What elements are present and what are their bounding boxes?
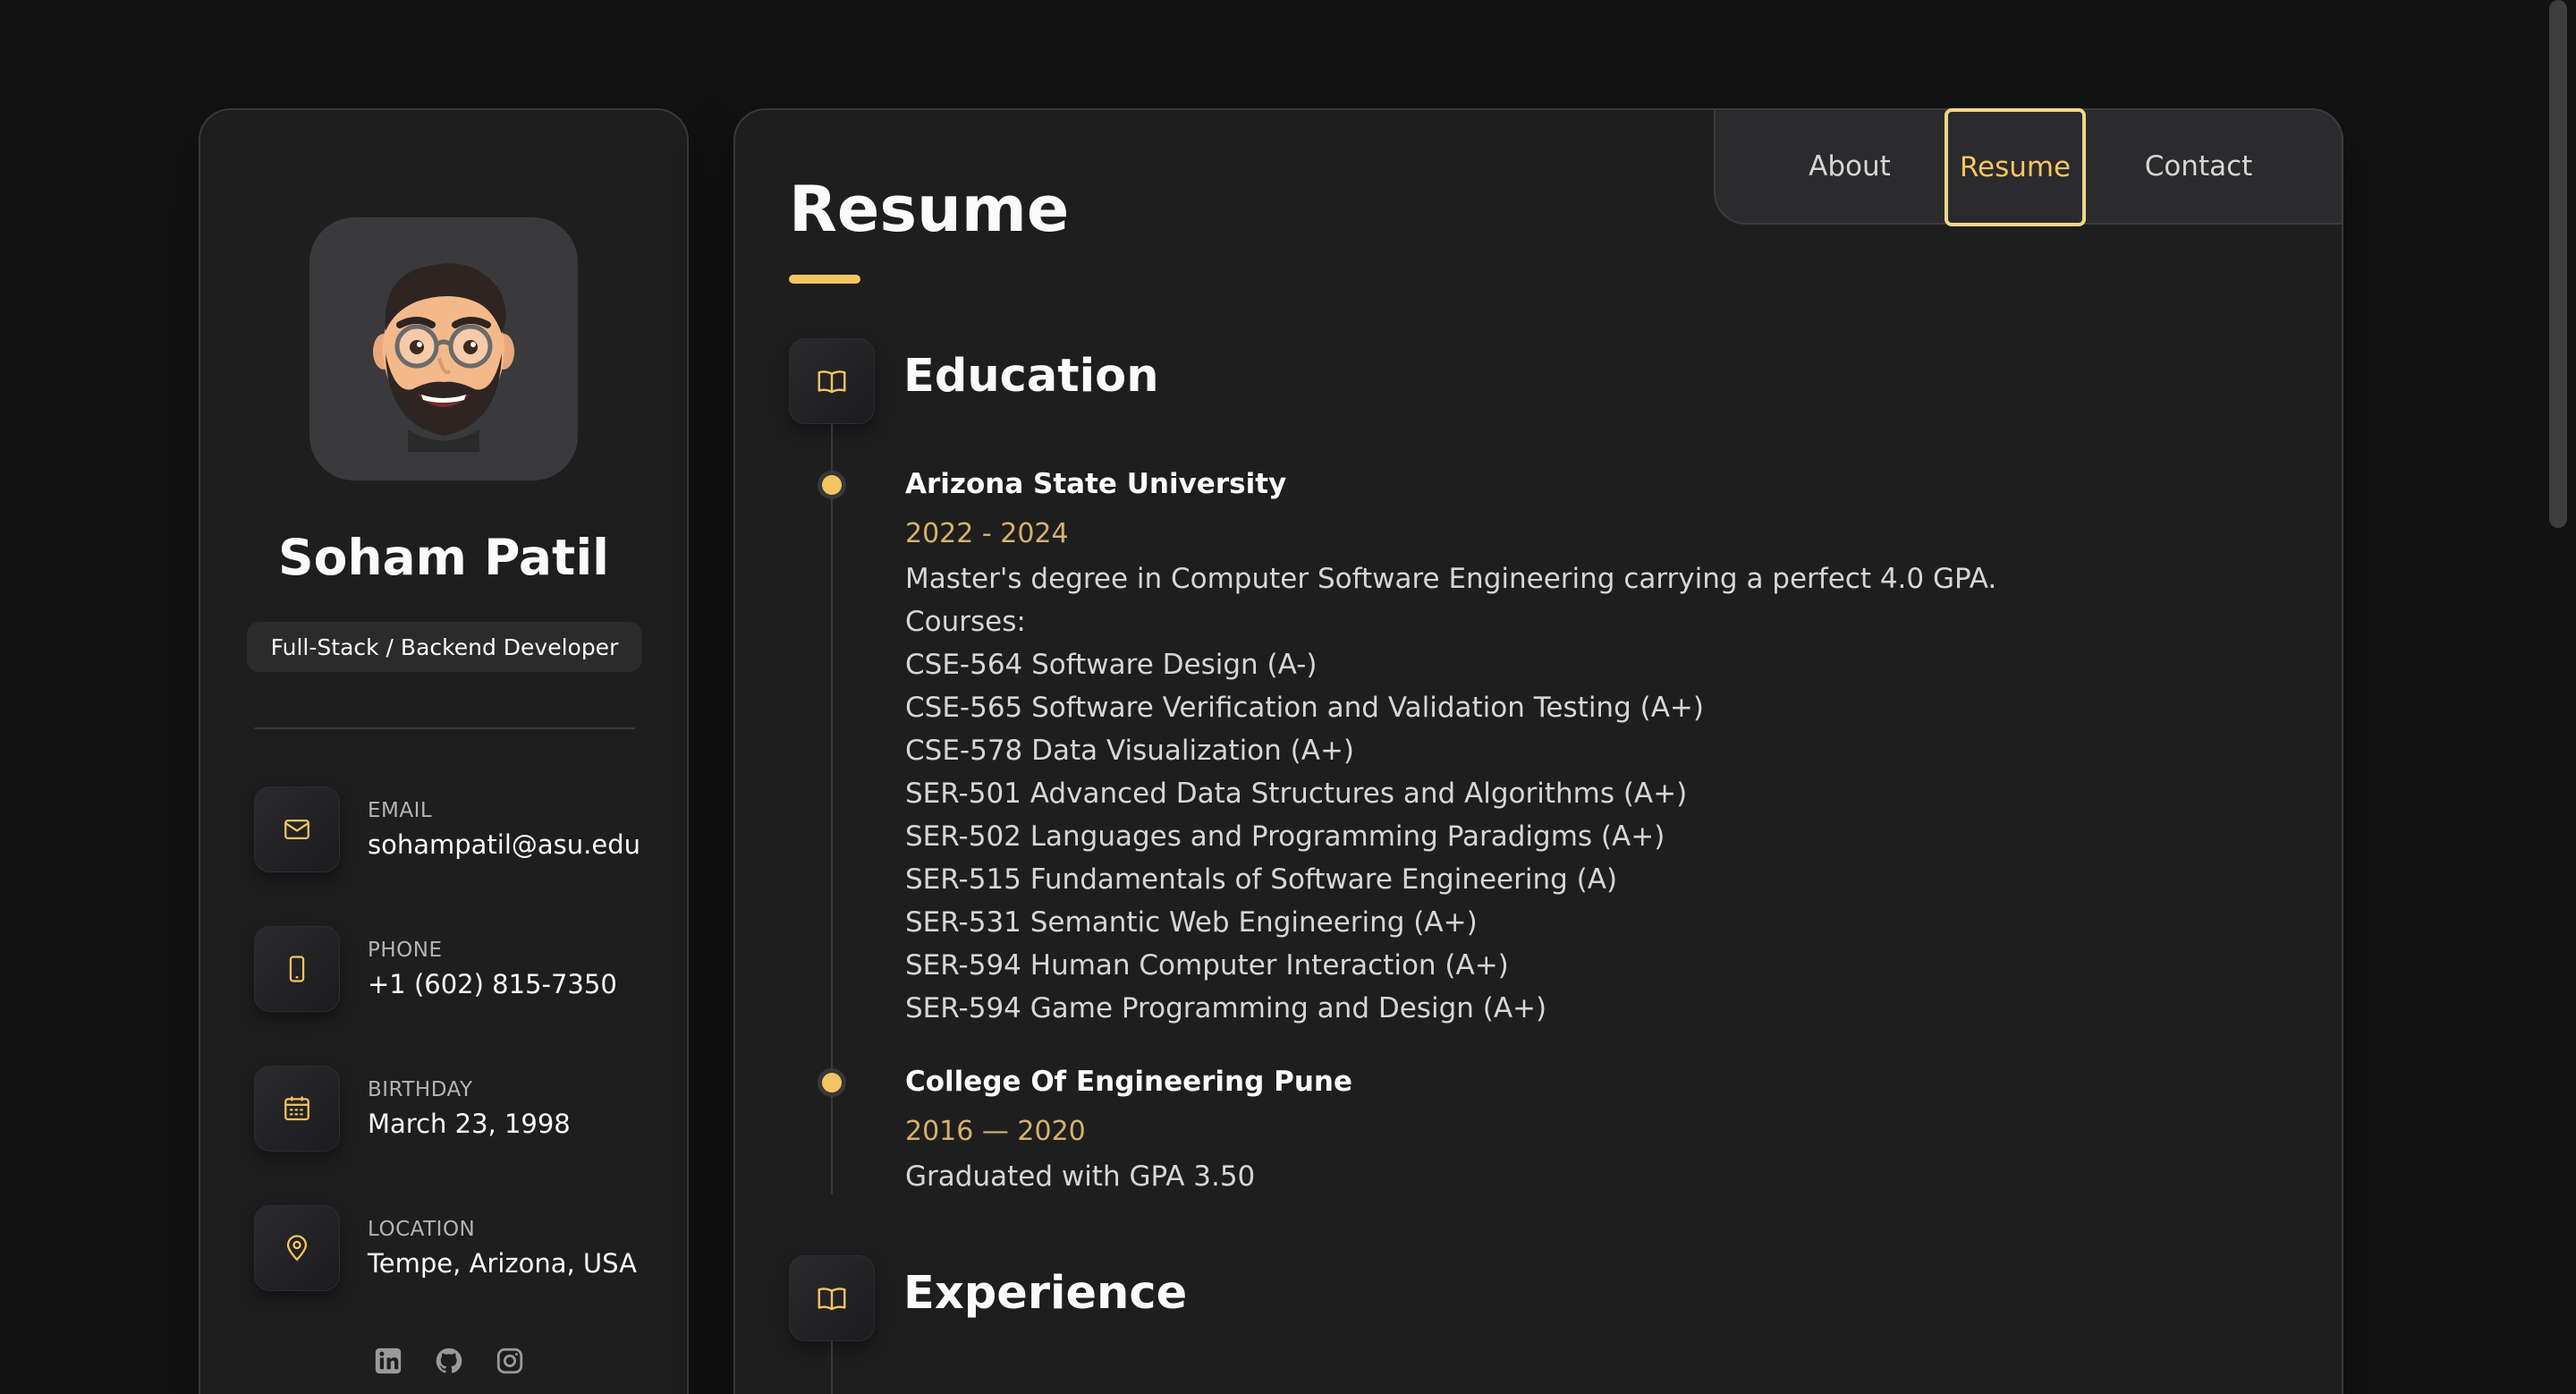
contact-email: Email sohampatil@asu.edu [254,786,648,876]
mail-icon [254,786,340,872]
education-item-line: Master's degree in Computer Software Eng… [905,563,1997,595]
contact-phone-label: Phone [368,939,443,962]
education-item-title: Arizona State University [905,468,1287,500]
contact-location-label: Location [368,1218,476,1241]
education-item-description: Graduated with GPA 3.50 [905,1155,1255,1198]
job-title-badge: Full-Stack / Backend Developer [247,622,642,672]
experience-title: Experience [903,1267,1188,1320]
page: Soham Patil Full-Stack / Backend Develop… [0,0,2576,1394]
profile-name: Soham Patil [277,529,610,586]
nav-resume[interactable]: Resume [1945,108,2086,226]
education-item-line: Graduated with GPA 3.50 [905,1160,1256,1193]
sidebar: Soham Patil Full-Stack / Backend Develop… [199,108,689,1394]
education-item-line: SER-531 Semantic Web Engineering (A+) [905,906,1478,939]
email-link[interactable]: sohampatil@asu.edu [368,829,640,860]
education-item-date: 2016 — 2020 [905,1116,1086,1147]
instagram-icon[interactable] [494,1345,526,1377]
memoji-avatar-icon [373,263,514,452]
birthday-value: March 23, 1998 [368,1109,571,1139]
education-item-title: College Of Engineering Pune [905,1066,1352,1098]
nav-contact[interactable]: Contact [2100,110,2297,223]
book-open-icon [789,1255,875,1341]
education-item-line: CSE-564 Software Design (A-) [905,649,1318,681]
linkedin-icon[interactable] [372,1345,404,1377]
calendar-icon [254,1066,340,1152]
location-pin-icon [254,1205,340,1291]
nav-about[interactable]: About [1769,110,1930,223]
phone-link[interactable]: +1 (602) 815-7350 [368,969,617,999]
phone-icon [254,926,340,1012]
education-item-line: SER-502 Languages and Programming Paradi… [905,820,1665,853]
main-content: About Resume Contact Resume Education Ar… [733,108,2343,1394]
timeline-dot [822,1073,842,1092]
avatar [309,217,578,480]
github-icon[interactable] [433,1345,465,1377]
education-item-line: SER-594 Game Programming and Design (A+) [905,992,1547,1024]
page-scrollbar[interactable] [2549,0,2567,528]
contact-phone: Phone +1 (602) 815-7350 [254,926,648,1016]
education-item-line: SER-515 Fundamentals of Software Enginee… [905,863,1618,896]
location-value: Tempe, Arizona, USA [368,1248,637,1279]
education-item-line: CSE-565 Software Verification and Valida… [905,692,1704,724]
experience-timeline-line [831,1341,833,1394]
education-item-line: SER-594 Human Computer Interaction (A+) [905,949,1509,982]
timeline-dot [822,475,842,495]
education-title: Education [903,350,1159,403]
book-open-icon [789,338,875,424]
education-item-line: CSE-578 Data Visualization (A+) [905,735,1355,767]
sidebar-divider [254,727,635,729]
page-title: Resume [789,173,1070,246]
contact-birthday-label: Birthday [368,1078,473,1101]
contact-birthday: Birthday March 23, 1998 [254,1066,648,1155]
education-item-date: 2022 - 2024 [905,518,1069,549]
education-item-line: SER-501 Advanced Data Structures and Alg… [905,778,1688,810]
social-links [372,1345,526,1377]
title-underline [789,275,860,284]
navbar: About Resume Contact [1714,108,2343,226]
education-item-line: Courses: [905,606,1026,638]
contact-location: Location Tempe, Arizona, USA [254,1205,648,1295]
contact-email-label: Email [368,799,433,822]
education-item-description: Master's degree in Computer Software Eng… [905,557,1996,1030]
